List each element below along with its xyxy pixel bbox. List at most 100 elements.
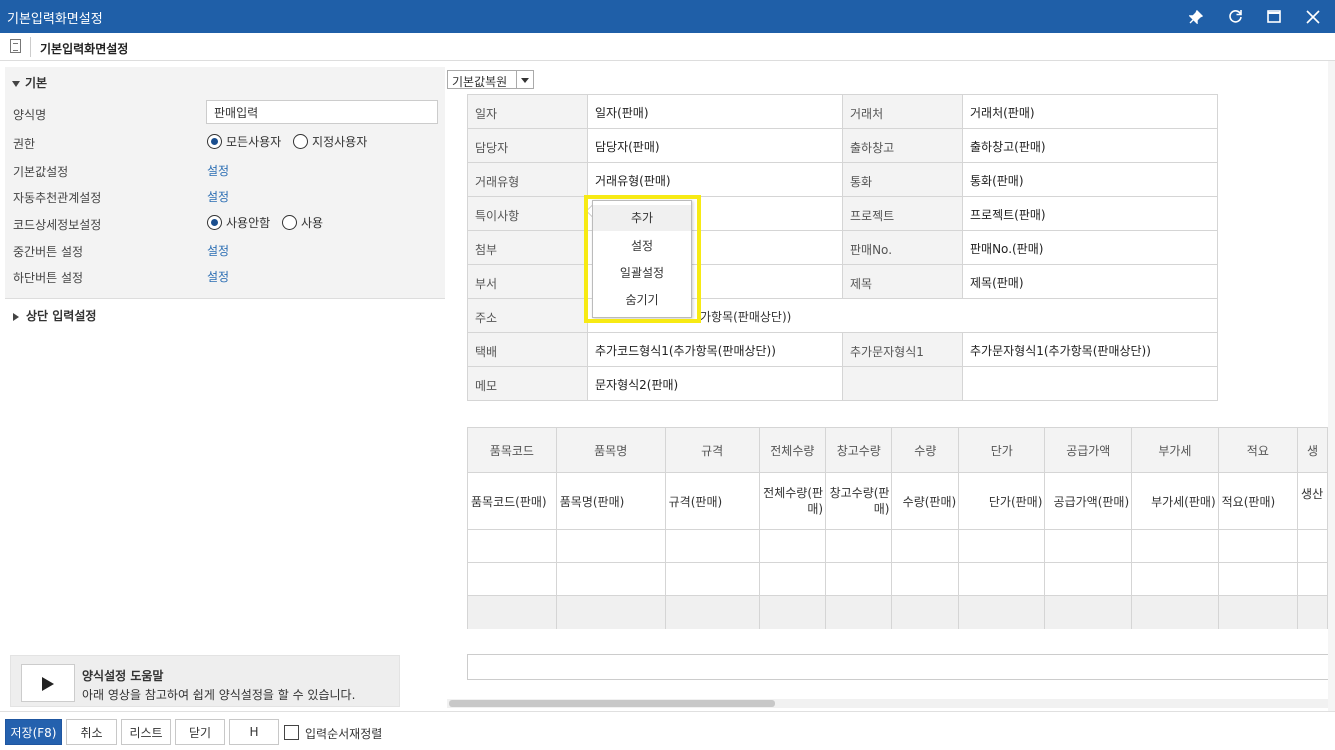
form-cell-value[interactable]: 출하창고(판매) (962, 128, 1218, 163)
grid-empty-cell[interactable] (891, 529, 960, 563)
grid-empty-cell[interactable] (664, 562, 760, 596)
form-cell-label[interactable]: 제목 (842, 264, 963, 299)
form-cell-label[interactable]: 택배 (467, 332, 588, 367)
grid-empty-cell[interactable] (1297, 562, 1328, 596)
form-cell-value[interactable]: 제목(판매) (962, 264, 1218, 299)
vertical-scrollbar[interactable] (1328, 61, 1335, 711)
code-detail-on-radio[interactable] (282, 215, 297, 230)
form-cell-label[interactable]: 주소 (467, 298, 588, 333)
h-button[interactable]: H (229, 719, 279, 745)
grid-value-cell[interactable]: 생산 (1297, 472, 1328, 530)
middle-button-setting-link[interactable]: 설정 (207, 242, 229, 259)
form-cell-value[interactable]: 프로젝트(판매) (962, 196, 1218, 231)
grid-empty-cell[interactable] (664, 529, 760, 563)
pin-icon[interactable] (1177, 0, 1215, 33)
auto-recommend-setting-link[interactable]: 설정 (207, 188, 229, 205)
video-thumbnail[interactable] (21, 664, 75, 702)
grid-value-cell[interactable]: 전체수량(판매) (758, 472, 827, 530)
grid-value-cell[interactable]: 품목코드(판매) (467, 472, 557, 530)
horizontal-scrollbar[interactable] (447, 699, 1328, 708)
form-cell-value[interactable]: 거래처(판매) (962, 94, 1218, 129)
form-cell-value[interactable]: 일자(판매) (587, 94, 843, 129)
form-cell-label[interactable]: 추가문자형식1 (842, 332, 963, 367)
code-detail-off-radio[interactable] (207, 215, 222, 230)
maximize-icon[interactable] (1255, 0, 1293, 33)
form-cell-value[interactable]: 추가문자형식1(추가항목(판매상단)) (962, 332, 1218, 367)
grid-value-cell[interactable]: 단가(판매) (958, 472, 1046, 530)
form-cell-label[interactable]: 메모 (467, 366, 588, 401)
grid-empty-cell[interactable] (1217, 562, 1299, 596)
close-button[interactable]: 닫기 (175, 719, 225, 745)
form-cell-label[interactable]: 특이사항 (467, 196, 588, 231)
reorder-checkbox[interactable] (284, 725, 299, 740)
form-cell-label[interactable]: 프로젝트 (842, 196, 963, 231)
grid-value-cell[interactable]: 공급가액(판매) (1044, 472, 1133, 530)
grid-empty-cell[interactable] (555, 562, 666, 596)
default-value-setting-link[interactable]: 설정 (207, 162, 229, 179)
permission-specific-radio[interactable] (293, 134, 309, 149)
section-basic-toggle[interactable]: 기본 (12, 74, 47, 91)
grid-empty-cell[interactable] (1044, 562, 1133, 596)
grid-empty-cell[interactable] (891, 562, 960, 596)
grid-header-cell[interactable]: 전체수량 (758, 427, 827, 473)
grid-empty-cell[interactable] (555, 529, 666, 563)
grid-empty-cell[interactable] (1044, 529, 1133, 563)
grid-header-cell[interactable]: 적요 (1217, 427, 1299, 473)
form-cell-value[interactable]: 담당자(판매) (587, 128, 843, 163)
bottom-button-setting-link[interactable]: 설정 (207, 268, 229, 285)
grid-value-cell[interactable]: 창고수량(판매) (825, 472, 893, 530)
context-menu-settings[interactable]: 설정 (593, 233, 691, 259)
form-name-input[interactable] (206, 100, 438, 124)
form-cell-value[interactable]: 추가코드형식1(추가항목(판매상단)) (587, 332, 843, 367)
grid-empty-cell[interactable] (467, 529, 557, 563)
grid-empty-cell[interactable] (1131, 562, 1219, 596)
form-cell-value[interactable] (962, 366, 1218, 401)
permission-all-radio[interactable] (207, 134, 222, 149)
form-cell-value[interactable]: 거래유형(판매) (587, 162, 843, 197)
form-cell-label[interactable]: 담당자 (467, 128, 588, 163)
scrollbar-thumb[interactable] (449, 700, 775, 707)
grid-empty-cell[interactable] (1297, 529, 1328, 563)
help-box[interactable]: 양식설정 도움말 아래 영상을 참고하여 쉽게 양식설정을 할 수 있습니다. (10, 655, 400, 707)
form-cell-label[interactable]: 판매No. (842, 230, 963, 265)
grid-empty-cell[interactable] (1217, 529, 1299, 563)
grid-header-cell[interactable]: 공급가액 (1044, 427, 1133, 473)
restore-default-dropdown[interactable]: 기본값복원 (447, 70, 534, 89)
form-cell-label[interactable]: 첨부 (467, 230, 588, 265)
grid-value-cell[interactable]: 부가세(판매) (1131, 472, 1219, 530)
grid-header-cell[interactable]: 수량 (891, 427, 960, 473)
grid-empty-cell[interactable] (958, 529, 1046, 563)
bottom-input-area[interactable] (467, 654, 1335, 680)
grid-empty-cell[interactable] (758, 562, 827, 596)
form-cell-label[interactable]: 부서 (467, 264, 588, 299)
list-button[interactable]: 리스트 (121, 719, 171, 745)
form-cell-label[interactable]: 거래유형 (467, 162, 588, 197)
context-menu-bulk-settings[interactable]: 일괄설정 (593, 260, 691, 286)
form-cell-label[interactable] (842, 366, 963, 401)
section-top-input-toggle[interactable]: 상단 입력설정 (13, 307, 96, 324)
refresh-icon[interactable] (1216, 0, 1254, 33)
grid-empty-cell[interactable] (758, 529, 827, 563)
grid-value-cell[interactable]: 규격(판매) (664, 472, 760, 530)
grid-header-cell[interactable]: 규격 (664, 427, 760, 473)
grid-empty-cell[interactable] (958, 562, 1046, 596)
form-cell-value[interactable]: 문자형식2(판매) (587, 366, 843, 401)
cancel-button[interactable]: 취소 (66, 719, 117, 745)
chevron-down-icon[interactable] (516, 71, 533, 88)
form-cell-label[interactable]: 출하창고 (842, 128, 963, 163)
grid-value-cell[interactable]: 적요(판매) (1217, 472, 1299, 530)
form-cell-label[interactable]: 통화 (842, 162, 963, 197)
form-cell-label[interactable]: 일자 (467, 94, 588, 129)
form-cell-label[interactable]: 거래처 (842, 94, 963, 129)
grid-empty-cell[interactable] (467, 562, 557, 596)
form-cell-value[interactable]: 판매No.(판매) (962, 230, 1218, 265)
grid-value-cell[interactable]: 수량(판매) (891, 472, 960, 530)
grid-empty-cell[interactable] (825, 529, 893, 563)
save-button[interactable]: 저장(F8) (5, 719, 62, 745)
context-menu-add[interactable]: 추가 (593, 205, 691, 231)
grid-empty-cell[interactable] (1131, 529, 1219, 563)
grid-header-cell[interactable]: 품목명 (555, 427, 666, 473)
grid-header-cell[interactable]: 부가세 (1131, 427, 1219, 473)
grid-header-cell[interactable]: 창고수량 (825, 427, 893, 473)
grid-header-cell[interactable]: 생 (1297, 427, 1328, 473)
